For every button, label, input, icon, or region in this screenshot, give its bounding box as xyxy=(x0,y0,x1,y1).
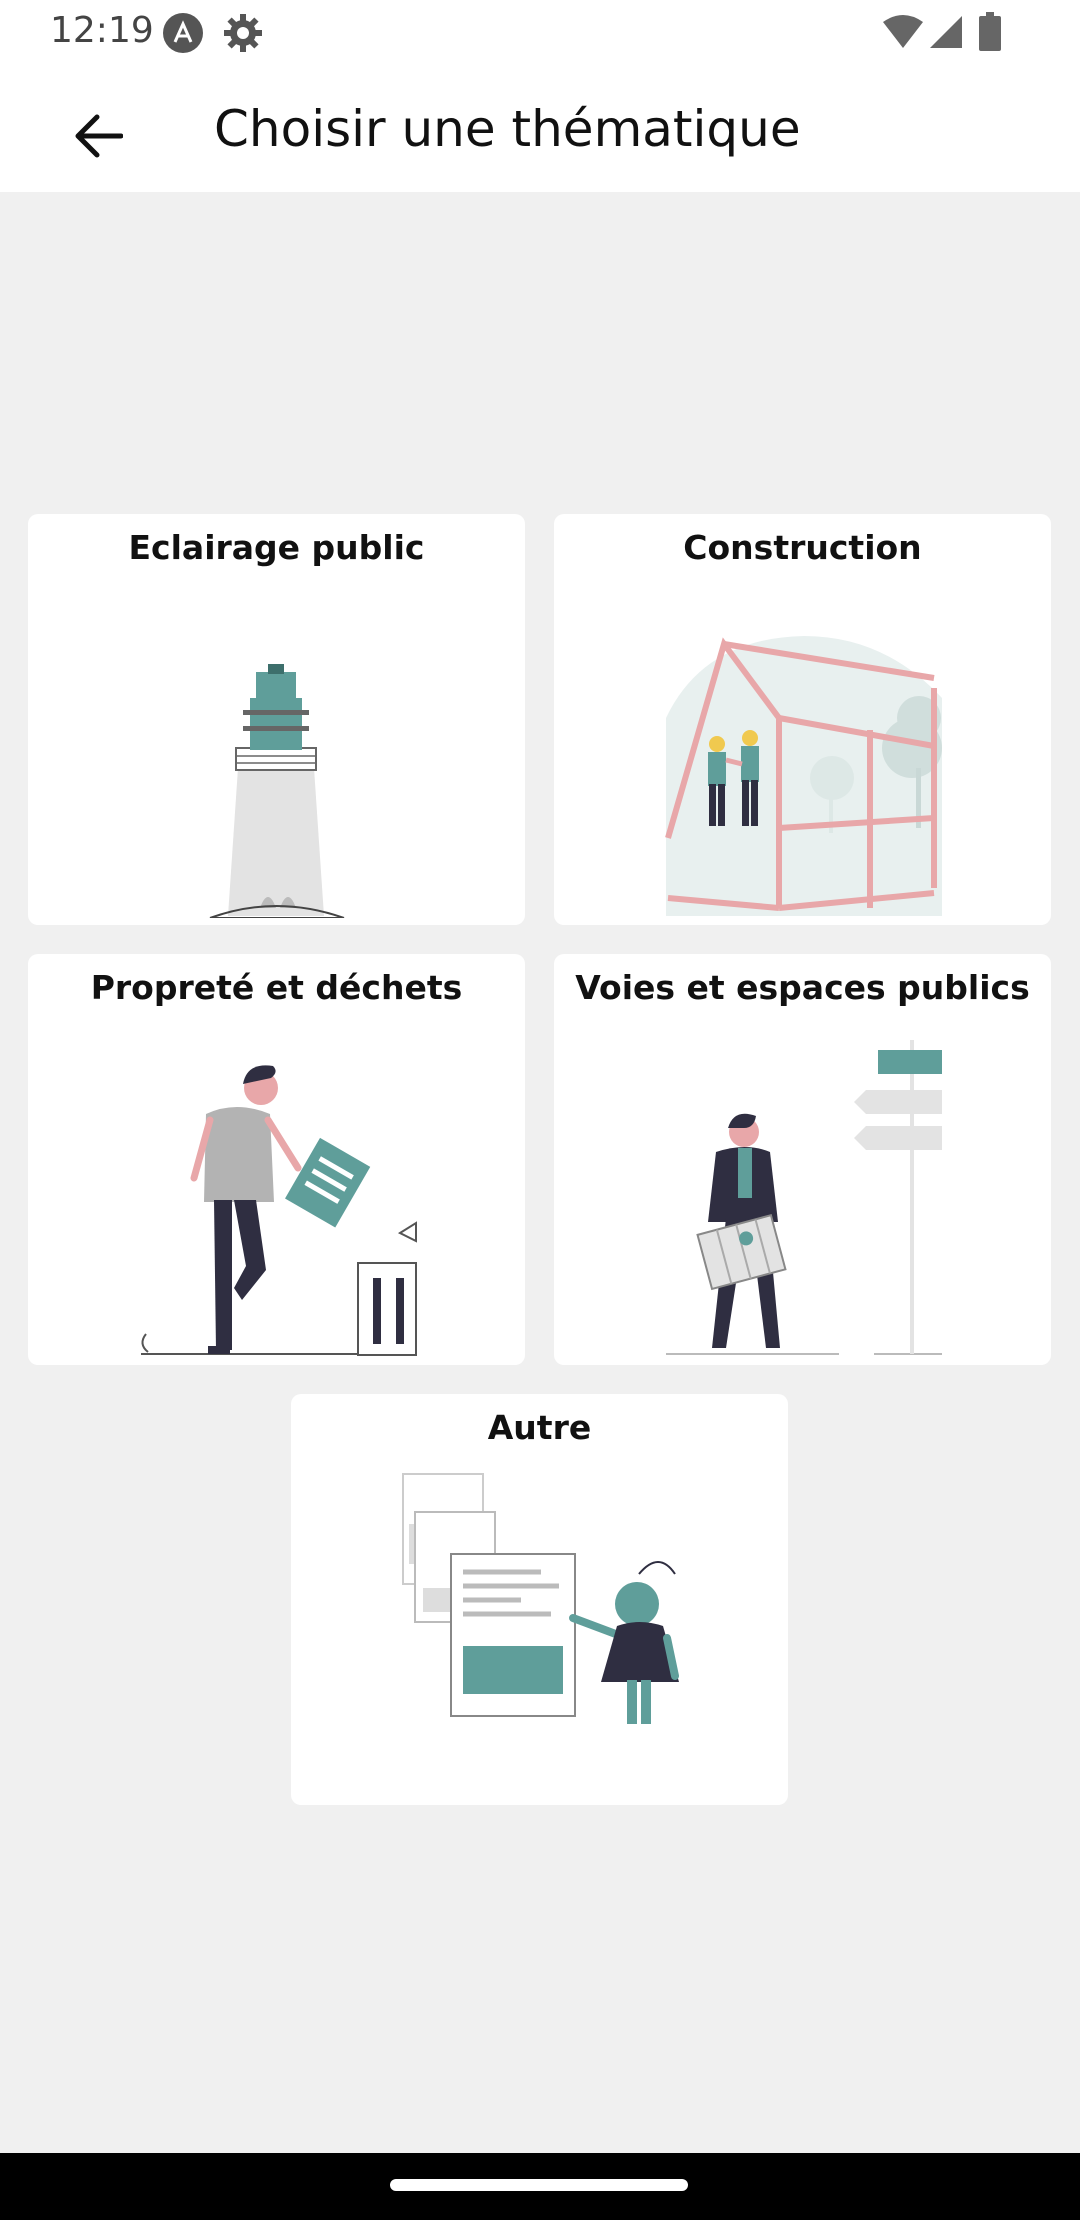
documents-illustration-icon xyxy=(402,1473,679,1724)
back-button[interactable] xyxy=(58,96,138,176)
card-title: Eclairage public xyxy=(128,528,425,567)
theme-card-proprete-et-dechets[interactable]: Propreté et déchets xyxy=(28,954,525,1365)
trash-disposal-illustration-icon xyxy=(141,1065,417,1356)
street-signpost-illustration-icon xyxy=(666,1040,942,1355)
theme-card-voies-et-espaces-publics[interactable]: Voies et espaces publics xyxy=(554,954,1051,1365)
arrow-left-icon xyxy=(75,114,123,158)
card-title: Construction xyxy=(683,528,922,567)
settings-gear-icon xyxy=(222,12,264,59)
construction-illustration-icon xyxy=(665,636,942,916)
battery-icon xyxy=(978,12,1002,57)
theme-card-autre[interactable]: Autre xyxy=(291,1394,788,1805)
status-time: 12:19 xyxy=(50,10,154,51)
wifi-icon xyxy=(882,14,924,55)
cellular-signal-icon xyxy=(928,14,964,55)
app-bar: Choisir une thématique xyxy=(0,66,1080,192)
card-title: Autre xyxy=(487,1408,592,1447)
theme-card-construction[interactable]: Construction xyxy=(554,514,1051,925)
status-bar: 12:19 xyxy=(0,0,1080,66)
lighthouse-illustration-icon xyxy=(209,664,345,918)
system-navigation-bar xyxy=(0,2153,1080,2220)
card-title: Propreté et déchets xyxy=(90,968,463,1007)
home-gesture-handle[interactable] xyxy=(390,2179,688,2191)
page-title: Choisir une thématique xyxy=(214,100,801,158)
theme-card-eclairage-public[interactable]: Eclairage public xyxy=(28,514,525,925)
app-notification-icon xyxy=(162,12,204,59)
card-title: Voies et espaces publics xyxy=(575,968,1030,1007)
